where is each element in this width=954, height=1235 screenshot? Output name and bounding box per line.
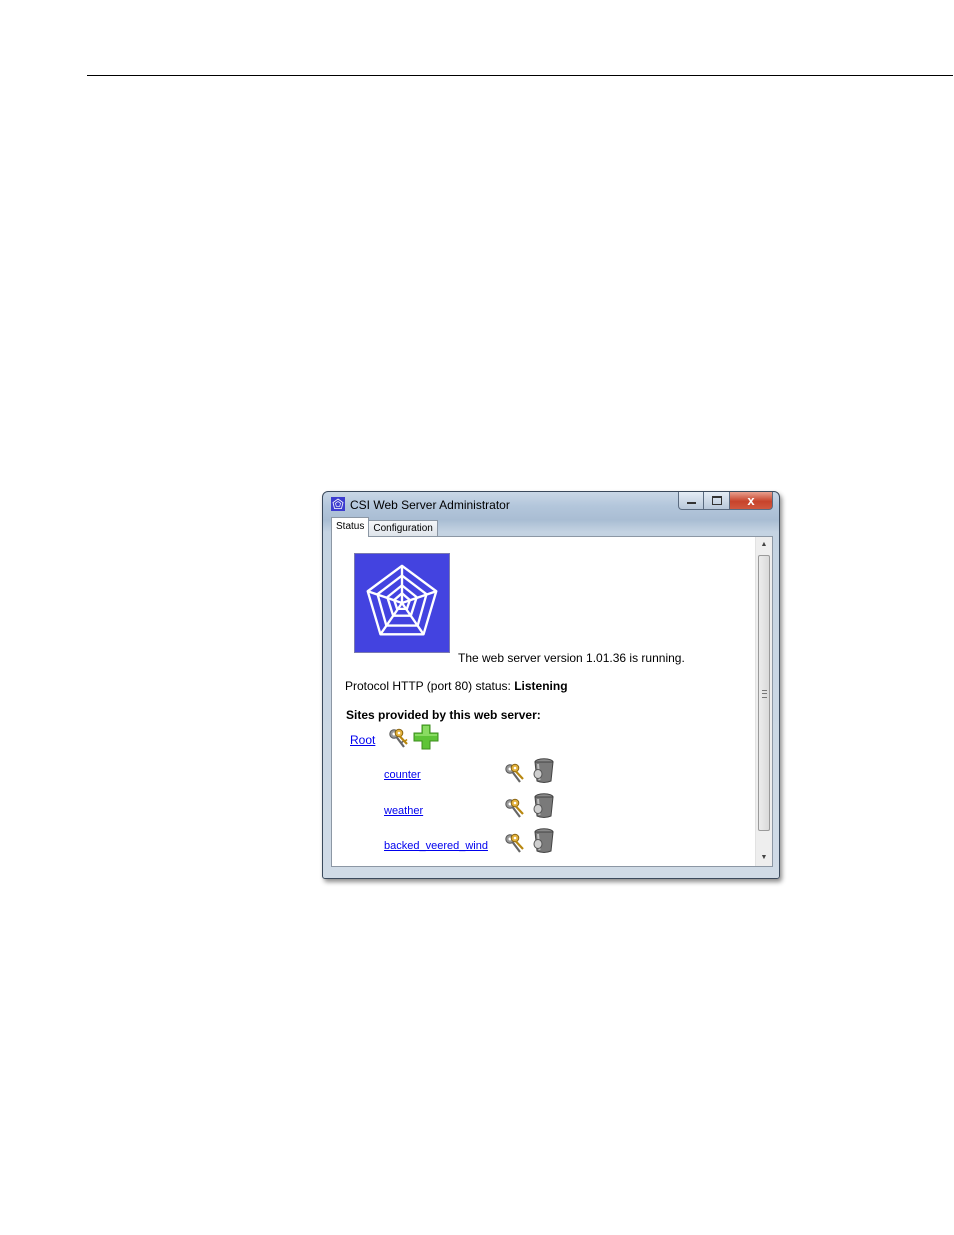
spider-web-logo (354, 553, 450, 653)
tab-configuration[interactable]: Configuration (368, 520, 438, 537)
window-title: CSI Web Server Administrator (350, 498, 510, 512)
protocol-status-value: Listening (514, 679, 568, 693)
scrollbar-thumb[interactable] (758, 555, 770, 831)
keys-icon[interactable] (504, 762, 526, 784)
grip-icon (762, 690, 767, 698)
scroll-up-arrow-icon[interactable]: ▲ (756, 537, 772, 553)
status-panel: The web server version 1.01.36 is runnin… (331, 536, 773, 867)
minimize-button[interactable] (678, 492, 704, 510)
trash-can-icon[interactable] (529, 757, 556, 784)
web-app-icon (331, 497, 345, 511)
sites-heading: Sites provided by this web server: (346, 708, 541, 722)
csi-web-server-administrator-window: CSI Web Server Administrator x Status Co… (322, 491, 780, 879)
tab-strip: Status Configuration (331, 517, 438, 537)
tab-status[interactable]: Status (331, 517, 370, 537)
protocol-label: Protocol HTTP (port 80) status: (345, 679, 511, 693)
keys-icon[interactable] (388, 727, 410, 749)
site-link-weather[interactable]: weather (384, 805, 423, 817)
site-link-root[interactable]: Root (350, 733, 375, 747)
page-header-rule (87, 75, 953, 76)
minimize-icon (687, 502, 696, 504)
title-bar[interactable]: CSI Web Server Administrator x (323, 492, 779, 518)
site-link-backed-veered-wind[interactable]: backed_veered_wind (384, 840, 488, 852)
site-link-counter[interactable]: counter (384, 769, 421, 781)
trash-can-icon[interactable] (529, 792, 556, 819)
trash-can-icon[interactable] (529, 827, 556, 854)
scroll-down-arrow-icon[interactable]: ▼ (756, 850, 772, 866)
server-running-text: The web server version 1.01.36 is runnin… (458, 651, 685, 665)
close-icon: x (747, 493, 755, 508)
maximize-button[interactable] (704, 492, 730, 510)
keys-icon[interactable] (504, 832, 526, 854)
keys-icon[interactable] (504, 797, 526, 819)
close-button[interactable]: x (730, 492, 773, 510)
protocol-status-line: Protocol HTTP (port 80) status: Listenin… (345, 679, 568, 693)
vertical-scrollbar[interactable]: ▲ ▼ (755, 537, 772, 866)
maximize-icon (712, 496, 722, 505)
add-plus-icon[interactable] (412, 723, 440, 751)
